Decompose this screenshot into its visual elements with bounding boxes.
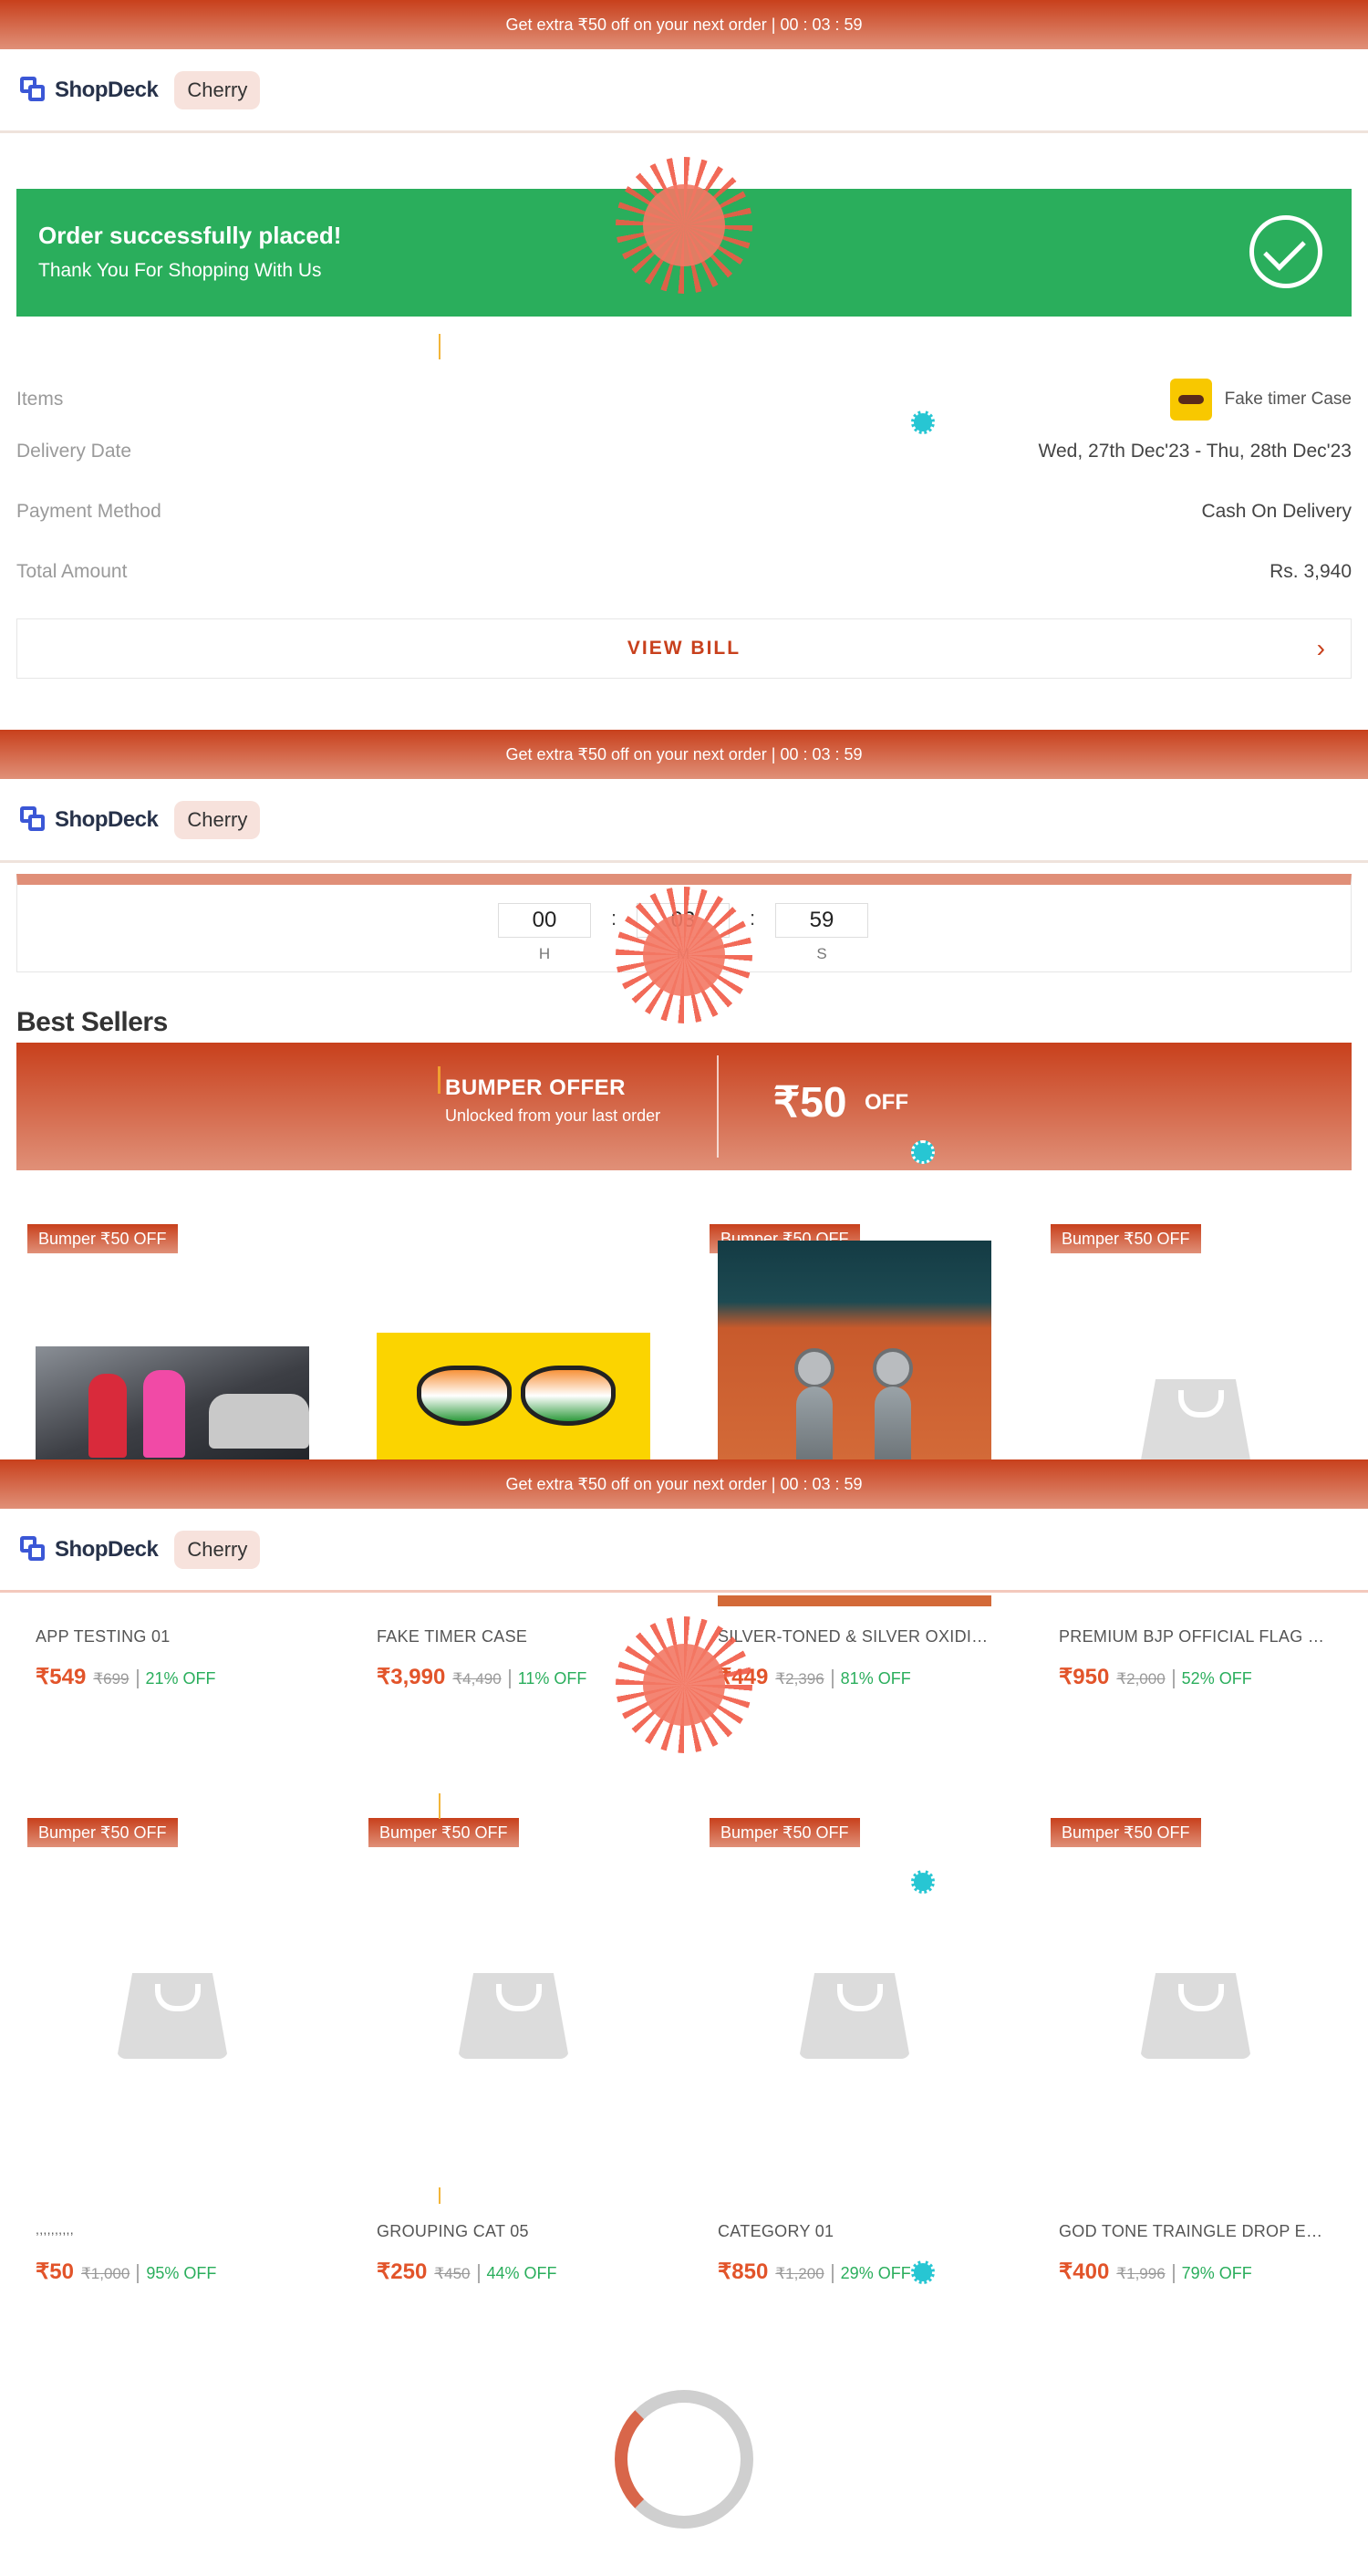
timer-hours-label: H [538,945,551,962]
sticky-header: Get extra ₹50 off on your next order | 0… [0,1459,1368,1593]
promo-text: Get extra ₹50 off on your next order | 0… [505,15,863,34]
product-price: ₹50 ₹1,000 95% OFF [36,2259,217,2284]
product-name[interactable]: GROUPING CAT 05 [377,2222,650,2241]
confetti-streak-icon [439,2187,440,2204]
payment-method-value: Cash On Delivery [1201,501,1352,522]
payment-method-row: Payment Method Cash On Delivery [16,493,1352,530]
shopdeck-logo-icon [20,805,47,834]
product-placeholder-bag-icon[interactable] [799,1973,910,2059]
top-nav: ShopDeck Cherry [0,1509,1368,1593]
product-price: ₹950 ₹2,000 52% OFF [1059,1665,1252,1689]
logo-text: ShopDeck [55,77,159,102]
bumper-tag: Bumper ₹50 OFF [710,1818,860,1847]
item-thumbnail [1169,379,1212,421]
confetti-dot-icon [911,1870,935,1894]
product-placeholder-bag-icon[interactable] [117,1973,228,2059]
bumper-offer-title: BUMPER OFFER [445,1075,626,1100]
product-placeholder-bag-icon[interactable] [458,1973,569,2059]
confetti-burst-icon [616,887,752,1023]
product-name[interactable]: APP TESTING 01 [36,1627,309,1646]
product-price: ₹850 ₹1,200 29% OFF [718,2259,911,2284]
product-image-sunglasses-photo[interactable] [377,1333,650,1459]
total-amount-row: Total Amount Rs. 3,940 [16,554,1352,590]
order-items-row: Items Fake timer Case [16,379,1352,421]
product-name[interactable]: GOD TONE TRAINGLE DROP EAR... [1059,2222,1332,2241]
product-price: ₹3,990 ₹4,490 11% OFF [377,1665,587,1689]
shopdeck-logo[interactable]: ShopDeck [20,805,159,834]
promo-text: Get extra ₹50 off on your next order | 0… [505,1474,863,1493]
product-name[interactable]: FAKE TIMER CASE [377,1627,650,1646]
promo-bar[interactable]: Get extra ₹50 off on your next order | 0… [0,730,1368,779]
store-name-chip[interactable]: Cherry [174,800,261,839]
bumper-divider [717,1055,719,1158]
bumper-tag: Bumper ₹50 OFF [27,1818,178,1847]
order-item[interactable]: Fake timer Case [1169,379,1352,421]
product-name[interactable]: SILVER-TONED & SILVER OXIDIS... [718,1627,991,1646]
confetti-streak-icon [439,1793,440,1819]
success-title: Order successfully placed! [38,222,342,249]
product-placeholder-bag-icon[interactable] [1140,1973,1251,2059]
product-placeholder-bag-icon[interactable] [1140,1379,1251,1459]
bumper-tag: Bumper ₹50 OFF [1051,1818,1201,1847]
best-sellers-title: Best Sellers [16,1007,168,1037]
items-label: Items [16,389,64,410]
bumper-off-label: OFF [865,1090,908,1115]
shopdeck-logo-icon [20,1535,47,1563]
total-amount-value: Rs. 3,940 [1270,561,1352,582]
bumper-offer-banner[interactable]: BUMPER OFFER Unlocked from your last ord… [16,1043,1352,1170]
store-name-chip[interactable]: Cherry [174,70,261,109]
timer-hours: 00 [498,903,591,938]
sticky-header: Get extra ₹50 off on your next order | 0… [0,730,1368,863]
sticky-header: Get extra ₹50 off on your next order | 0… [0,0,1368,133]
shopdeck-logo[interactable]: ShopDeck [20,1535,159,1563]
product-image-earrings-edge [718,1595,991,1606]
bumper-offer-subtitle: Unlocked from your last order [445,1106,661,1125]
product-price: ₹400 ₹1,996 79% OFF [1059,2259,1252,2284]
confetti-burst-icon [616,157,752,294]
confetti-dot-icon [911,2260,935,2284]
timer-separator: : [750,907,756,930]
store-name-chip[interactable]: Cherry [174,1530,261,1569]
product-name[interactable]: PREMIUM BJP OFFICIAL FLAG E... [1059,1627,1332,1646]
loading-spinner-icon [615,2390,753,2529]
promo-bar[interactable]: Get extra ₹50 off on your next order | 0… [0,0,1368,49]
logo-text: ShopDeck [55,1536,159,1562]
promo-bar[interactable]: Get extra ₹50 off on your next order | 0… [0,1459,1368,1509]
check-circle-icon [1249,215,1322,288]
product-image-fashion-photo[interactable] [36,1346,309,1459]
confetti-dot-icon [911,410,935,434]
top-nav: ShopDeck Cherry [0,49,1368,133]
success-subtitle: Thank You For Shopping With Us [38,260,322,281]
delivery-date-row: Delivery Date Wed, 27th Dec'23 - Thu, 28… [16,433,1352,470]
product-image-earrings-photo[interactable] [718,1241,991,1459]
timer-seconds-label: S [816,945,827,962]
product-name[interactable]: ,,,,,,,,,, [36,2222,309,2237]
item-name: Fake timer Case [1224,390,1352,409]
shopdeck-logo-icon [20,76,47,104]
delivery-date-value: Wed, 27th Dec'23 - Thu, 28th Dec'23 [1038,441,1352,462]
bumper-tag: Bumper ₹50 OFF [1051,1224,1201,1253]
bumper-amount: ₹50 [773,1078,847,1126]
confetti-dot-icon [911,1140,935,1164]
top-nav: ShopDeck Cherry [0,779,1368,863]
shopdeck-logo[interactable]: ShopDeck [20,76,159,104]
timer-seconds: 59 [775,903,868,938]
view-bill-label: VIEW BILL [627,638,741,659]
timer-separator: : [611,907,617,930]
logo-text: ShopDeck [55,806,159,832]
promo-text: Get extra ₹50 off on your next order | 0… [505,744,863,763]
payment-method-label: Payment Method [16,501,161,522]
product-name[interactable]: CATEGORY 01 [718,2222,991,2241]
confetti-streak-icon [439,334,440,359]
total-amount-label: Total Amount [16,561,128,582]
view-bill-button[interactable]: VIEW BILL › [16,618,1352,679]
bumper-tag: Bumper ₹50 OFF [27,1224,178,1253]
product-price: ₹549 ₹699 21% OFF [36,1665,216,1689]
delivery-date-label: Delivery Date [16,441,132,462]
chevron-right-icon: › [1316,634,1325,662]
confetti-burst-icon [616,1616,752,1753]
product-price: ₹250 ₹450 44% OFF [377,2259,557,2284]
bumper-tag: Bumper ₹50 OFF [368,1818,519,1847]
